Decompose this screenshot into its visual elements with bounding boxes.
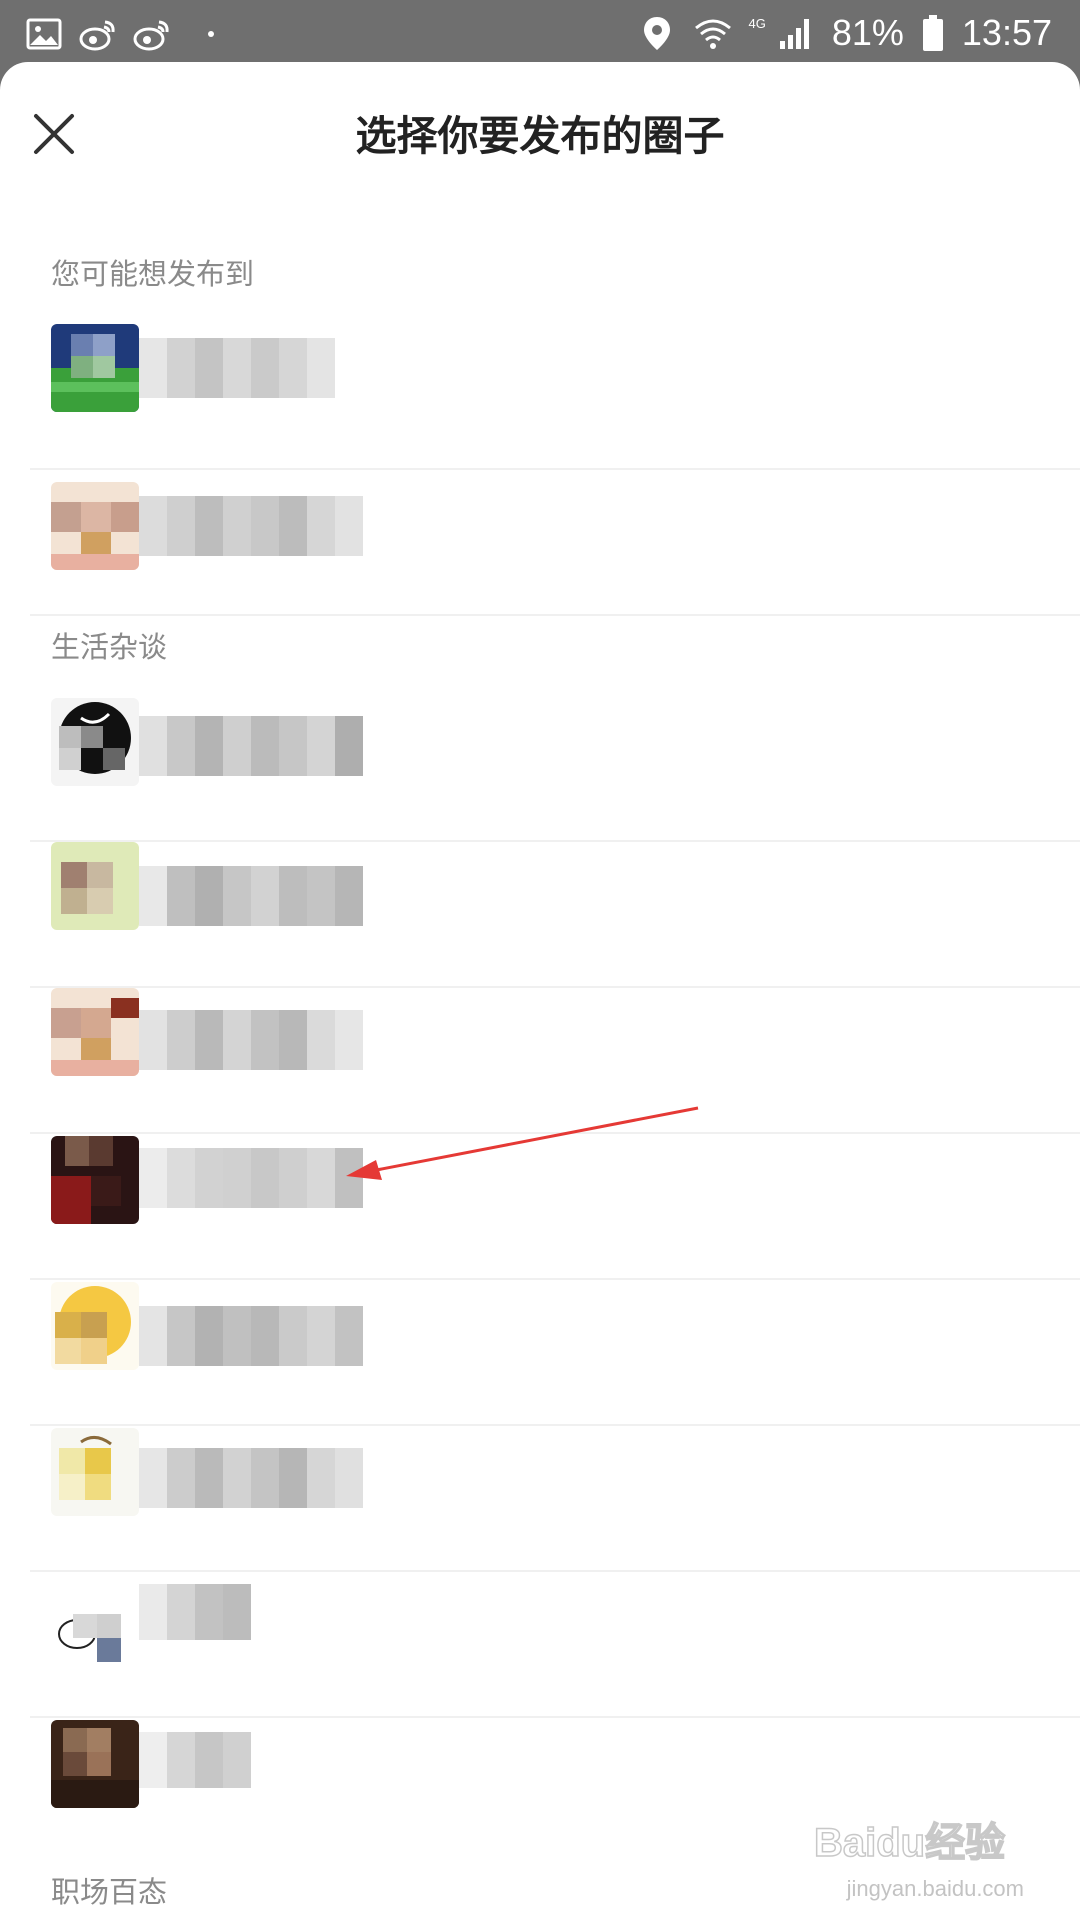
soccer-field-thumbnail (51, 324, 139, 412)
redacted-circle-name (139, 496, 363, 556)
signal-icon (776, 13, 816, 53)
person-thumbnail (51, 842, 139, 930)
battery-percent: 81% (831, 12, 904, 53)
redacted-circle-name (139, 1148, 363, 1208)
gallery-icon (24, 14, 64, 54)
list-item[interactable] (30, 1718, 1080, 1864)
redacted-circle-name (139, 716, 363, 776)
redacted-circle-name (139, 1584, 251, 1640)
redacted-circle-name (139, 1448, 363, 1508)
redacted-circle-name (139, 1306, 363, 1366)
cartoon-thumbnail (51, 482, 139, 570)
redacted-circle-name (139, 1010, 363, 1070)
portrait-thumbnail (51, 1720, 139, 1808)
meme-thumbnail (51, 1574, 139, 1662)
list-item[interactable] (30, 1134, 1080, 1280)
location-icon (637, 13, 677, 53)
circle-picker-sheet: 选择你要发布的圈子 您可能想发布到 生活杂谈 职场百态 (0, 62, 1080, 1920)
status-bar: 4G 81% 13:57 (0, 0, 1080, 66)
list-item[interactable] (30, 1572, 1080, 1718)
weibo-icon (78, 14, 118, 54)
globe-thumbnail (51, 698, 139, 786)
dark-portrait-thumbnail (51, 1136, 139, 1224)
redacted-circle-name (139, 866, 363, 926)
smiley-thumbnail (51, 1282, 139, 1370)
list-item[interactable] (30, 324, 1080, 470)
list-item[interactable] (30, 1426, 1080, 1572)
battery-icon (920, 13, 946, 53)
list-item[interactable] (30, 696, 1080, 842)
status-bar-right: 4G 81% 13:57 (637, 8, 1052, 58)
list-item[interactable] (30, 470, 1080, 616)
weibo-icon (132, 14, 172, 54)
section-header-life-talk: 生活杂谈 (51, 630, 168, 664)
redacted-circle-name (139, 338, 335, 398)
section-header-workplace: 职场百态 (51, 1875, 168, 1909)
wifi-icon (693, 13, 733, 53)
list-item[interactable] (30, 988, 1080, 1134)
list-item[interactable] (30, 842, 1080, 988)
section-header-suggested: 您可能想发布到 (51, 257, 255, 291)
sketch-thumbnail (51, 1428, 139, 1516)
network-type-label: 4G (748, 15, 766, 31)
page-title: 选择你要发布的圈子 (355, 112, 725, 160)
redacted-circle-name (139, 1732, 251, 1788)
notification-dot-icon (208, 31, 214, 37)
list-item[interactable] (30, 1280, 1080, 1426)
status-bar-left (24, 12, 214, 56)
clock: 13:57 (961, 12, 1052, 53)
cartoon-thumbnail (51, 988, 139, 1076)
